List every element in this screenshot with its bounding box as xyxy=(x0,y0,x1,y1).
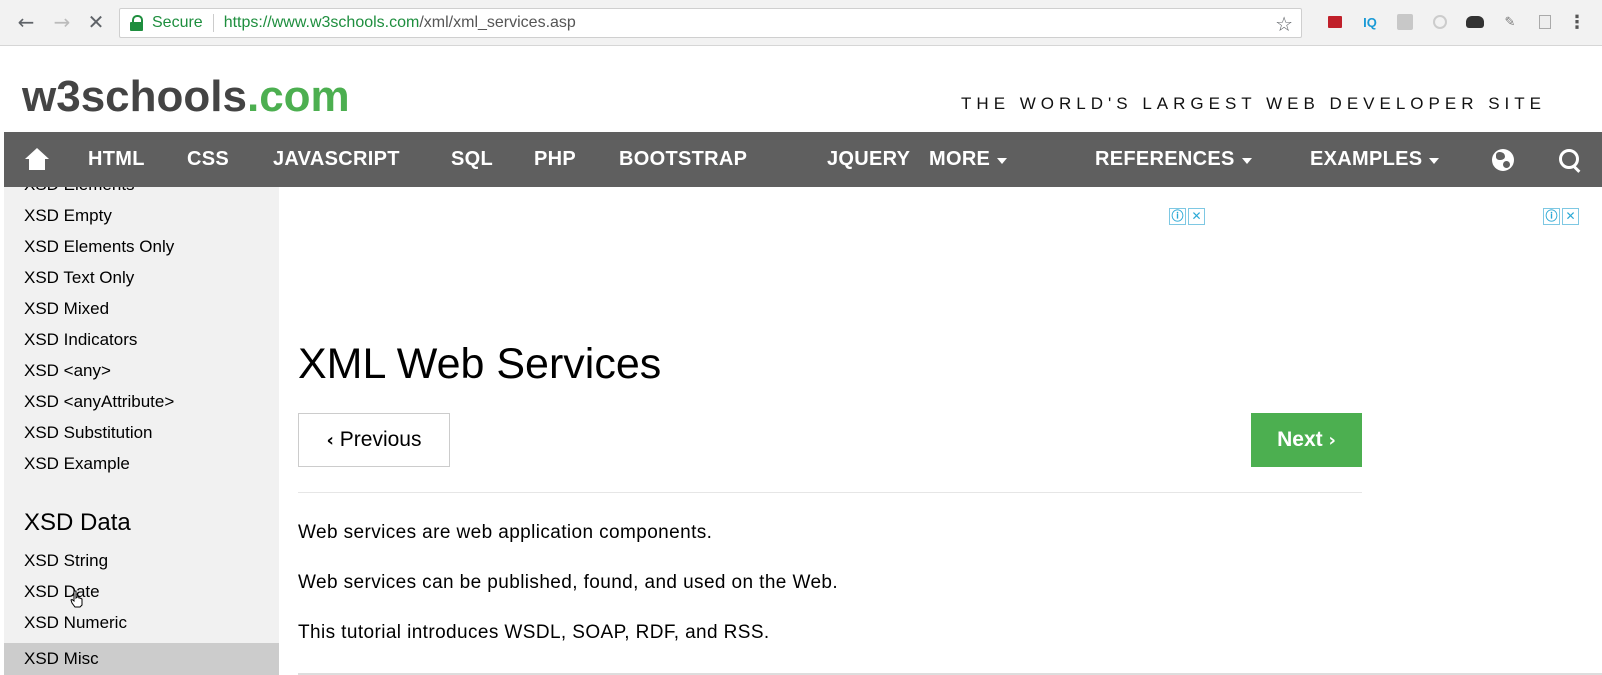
secure-label: Secure xyxy=(152,14,203,31)
sidebar-item-xsd-elements-only[interactable]: XSD Elements Only xyxy=(24,237,174,257)
sidebar-item-xsd-mixed[interactable]: XSD Mixed xyxy=(24,299,109,319)
ad-choices-right[interactable]: ⓘ ✕ xyxy=(1543,208,1581,225)
nav-javascript[interactable]: JAVASCRIPT xyxy=(273,132,400,187)
next-button[interactable]: Next › xyxy=(1251,413,1362,467)
sidebar-item-xsd-empty[interactable]: XSD Empty xyxy=(24,206,112,226)
sidebar-item-xsd-text-only[interactable]: XSD Text Only xyxy=(24,268,134,288)
caret-down-icon xyxy=(1241,157,1252,164)
intro-paragraph-3: This tutorial introduces WSDL, SOAP, RDF… xyxy=(298,622,770,643)
nav-more[interactable]: MORE xyxy=(929,132,1008,187)
sidebar-section-heading: XSD Data xyxy=(24,509,131,536)
globe-icon xyxy=(1492,148,1514,171)
nav-jquery[interactable]: JQUERY xyxy=(827,132,910,187)
sidebar: XSD Elements XSD Empty XSD Elements Only… xyxy=(4,187,279,675)
top-navigation: HTML CSS JAVASCRIPT SQL PHP BOOTSTRAP JQ… xyxy=(4,132,1602,187)
nav-bootstrap[interactable]: BOOTSTRAP xyxy=(619,132,747,187)
stop-icon[interactable]: ✕ xyxy=(84,10,108,34)
home-button[interactable] xyxy=(24,132,50,187)
address-separator xyxy=(212,14,214,32)
globe-button[interactable] xyxy=(1492,132,1514,187)
ad-close-icon[interactable]: ✕ xyxy=(1562,208,1579,225)
iq-extension-icon[interactable]: IQ xyxy=(1360,12,1380,32)
nav-css[interactable]: CSS xyxy=(187,132,229,187)
divider xyxy=(298,492,1362,493)
sidebar-item-xsd-misc[interactable]: XSD Misc xyxy=(24,649,99,669)
intro-paragraph-2: Web services can be published, found, an… xyxy=(298,572,839,593)
spy-extension-icon[interactable] xyxy=(1465,12,1485,32)
address-bar[interactable]: Secure https://www.w3schools.com/xml/xml… xyxy=(119,8,1302,38)
sync-extension-icon[interactable] xyxy=(1430,12,1450,32)
ad-info-icon[interactable]: ⓘ xyxy=(1169,208,1186,225)
caret-down-icon xyxy=(1429,157,1440,164)
ad-info-icon[interactable]: ⓘ xyxy=(1543,208,1560,225)
previous-button[interactable]: ‹ Previous xyxy=(298,413,450,467)
sidebar-item-xsd-elements[interactable]: XSD Elements xyxy=(24,187,135,195)
nav-sql[interactable]: SQL xyxy=(451,132,493,187)
sidebar-item-xsd-substitution[interactable]: XSD Substitution xyxy=(24,423,153,443)
sidebar-item-xsd-any[interactable]: XSD <any> xyxy=(24,361,111,381)
doc-extension-icon[interactable] xyxy=(1535,12,1555,32)
sidebar-item-xsd-string[interactable]: XSD String xyxy=(24,551,108,571)
grey-extension-icon[interactable] xyxy=(1395,12,1415,32)
ad-close-icon[interactable]: ✕ xyxy=(1188,208,1205,225)
browser-toolbar: ← → ✕ Secure https://www.w3schools.com/x… xyxy=(0,0,1602,46)
url-text: https://www.w3schools.com/xml/xml_servic… xyxy=(223,14,576,31)
search-button[interactable] xyxy=(1558,132,1582,187)
sidebar-item-xsd-numeric[interactable]: XSD Numeric xyxy=(24,613,127,633)
hand-cursor-icon xyxy=(70,590,83,608)
sidebar-item-xsd-anyattribute[interactable]: XSD <anyAttribute> xyxy=(24,392,174,412)
sidebar-item-xsd-date[interactable]: XSD Date xyxy=(24,582,100,602)
flag-extension-icon[interactable] xyxy=(1325,12,1345,32)
eyedropper-icon[interactable]: ✎ xyxy=(1500,12,1520,32)
home-icon xyxy=(24,147,50,172)
nav-php[interactable]: PHP xyxy=(534,132,576,187)
w3schools-logo[interactable]: w3schools.com xyxy=(22,72,350,122)
forward-icon[interactable]: → xyxy=(50,10,74,34)
nav-references[interactable]: REFERENCES xyxy=(1095,132,1252,187)
ad-choices-left[interactable]: ⓘ ✕ xyxy=(1169,208,1207,225)
sidebar-item-xsd-indicators[interactable]: XSD Indicators xyxy=(24,330,137,350)
back-icon[interactable]: ← xyxy=(14,10,38,34)
search-icon xyxy=(1558,148,1582,172)
page-title: XML Web Services xyxy=(298,340,662,388)
caret-down-icon xyxy=(997,157,1008,164)
kebab-menu-icon[interactable]: ⋮ xyxy=(1567,12,1587,32)
nav-examples[interactable]: EXAMPLES xyxy=(1310,132,1440,187)
nav-html[interactable]: HTML xyxy=(88,132,145,187)
chevron-right-icon: › xyxy=(1328,429,1336,451)
star-icon[interactable]: ☆ xyxy=(1275,12,1293,36)
lock-icon xyxy=(130,15,144,31)
intro-paragraph-1: Web services are web application compone… xyxy=(298,522,713,543)
sidebar-item-xsd-example[interactable]: XSD Example xyxy=(24,454,130,474)
chevron-left-icon: ‹ xyxy=(326,429,334,451)
site-tagline: THE WORLD'S LARGEST WEB DEVELOPER SITE xyxy=(961,94,1546,113)
